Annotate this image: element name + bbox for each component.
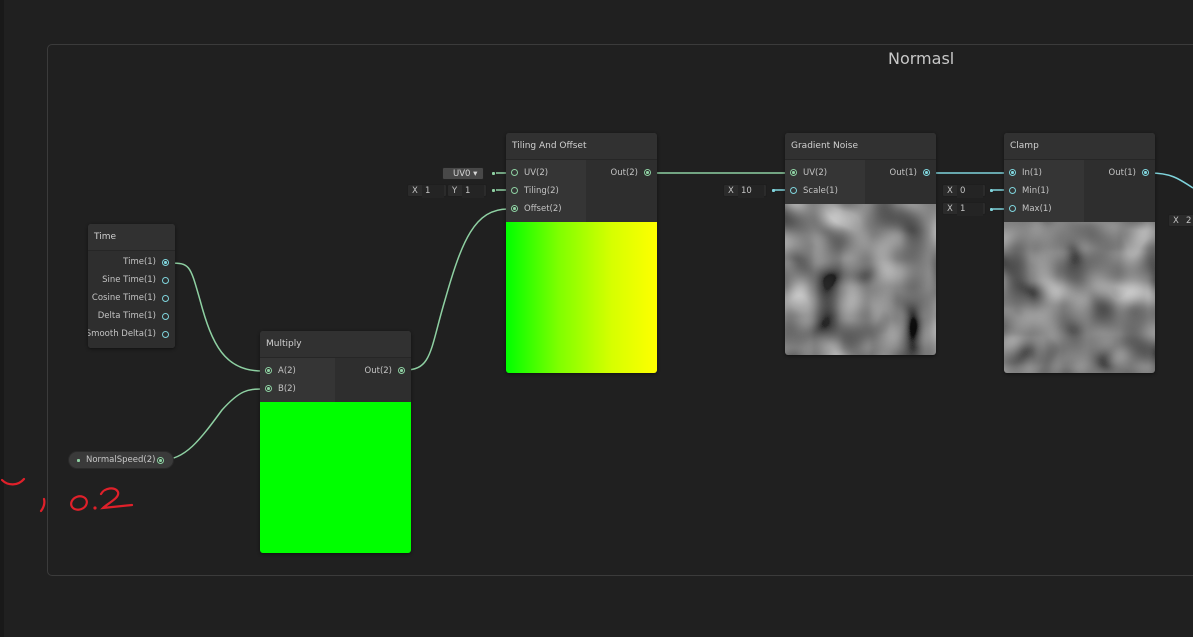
clamp-node[interactable]: Clamp In(1) Min(1) Max(1) Out(1): [1004, 133, 1155, 373]
tiling-outputs: Out(2): [586, 160, 657, 222]
max-field-connector: [990, 208, 993, 211]
tiling-input-uv[interactable]: UV(2): [524, 165, 548, 181]
noise-outputs: Out(1): [865, 160, 936, 204]
clamp-outputs: Out(1): [1084, 160, 1155, 222]
uv-field-connector: [492, 172, 495, 175]
tiling-and-offset-node[interactable]: Tiling And Offset UV(2) Tiling(2) Offset…: [506, 133, 657, 373]
tiling-inputs: UV(2) Tiling(2) Offset(2): [506, 160, 586, 222]
time-output-smooth-delta[interactable]: Smooth Delta(1): [88, 326, 156, 342]
clamp-output-port[interactable]: [1142, 169, 1149, 176]
offscreen-input-field[interactable]: X 2: [1168, 214, 1193, 227]
clamp-input-in-port[interactable]: [1009, 169, 1016, 176]
multiply-preview: [260, 402, 411, 553]
time-output-sine-port[interactable]: [162, 277, 169, 284]
time-output-delta-port[interactable]: [162, 313, 169, 320]
gradient-noise-node[interactable]: Gradient Noise UV(2) Scale(1) Out(1): [785, 133, 936, 355]
multiply-node[interactable]: Multiply A(2) B(2) Out(2): [260, 331, 411, 553]
noise-preview: [785, 204, 936, 355]
tiling-field-connector: [492, 189, 495, 192]
multiply-node-title[interactable]: Multiply: [260, 331, 411, 358]
wire-time-to-multiply-a: [169, 262, 263, 372]
shader-graph-canvas[interactable]: Normasl Time Time(1) Sine Time(1) Cosine…: [0, 0, 1193, 637]
wire-clamp-out: [1149, 172, 1193, 189]
multiply-input-a[interactable]: A(2): [278, 363, 296, 379]
tiling-output-port[interactable]: [644, 169, 651, 176]
multiply-input-b[interactable]: B(2): [278, 381, 296, 397]
uv-channel-dropdown[interactable]: UV0 ▾: [442, 167, 484, 180]
normalspeed-label: NormalSpeed(2): [86, 455, 156, 465]
multiply-input-a-port[interactable]: [265, 367, 272, 374]
tiling-output[interactable]: Out(2): [611, 165, 638, 181]
time-output-smooth-delta-port[interactable]: [162, 331, 169, 338]
noise-scale-field[interactable]: X 10: [723, 184, 767, 198]
time-output-time[interactable]: Time(1): [123, 254, 156, 270]
clamp-input-max-port[interactable]: [1009, 205, 1016, 212]
multiply-outputs: Out(2): [335, 358, 411, 402]
clamp-input-min[interactable]: Min(1): [1022, 183, 1049, 199]
noise-output-port[interactable]: [923, 169, 930, 176]
noise-node-title[interactable]: Gradient Noise: [785, 133, 936, 160]
min-field-connector: [990, 189, 993, 192]
wire-normalspeed-to-multiply-b: [161, 388, 263, 461]
multiply-output[interactable]: Out(2): [365, 363, 392, 379]
clamp-max-field[interactable]: X 1: [942, 202, 986, 216]
clamp-node-title[interactable]: Clamp: [1004, 133, 1155, 160]
tiling-node-title[interactable]: Tiling And Offset: [506, 133, 657, 160]
clamp-min-field[interactable]: X 0: [942, 184, 986, 198]
multiply-input-b-port[interactable]: [265, 385, 272, 392]
time-outputs: Time(1) Sine Time(1) Cosine Time(1) Delt…: [88, 251, 175, 348]
normalspeed-output-port[interactable]: [157, 457, 164, 464]
time-output-delta[interactable]: Delta Time(1): [98, 308, 156, 324]
tiling-input-offset-port[interactable]: [511, 205, 518, 212]
noise-input-scale[interactable]: Scale(1): [803, 183, 838, 199]
scale-field-connector: [772, 189, 775, 192]
time-output-time-port[interactable]: [162, 259, 169, 266]
noise-input-uv-port[interactable]: [790, 169, 797, 176]
time-node-title[interactable]: Time: [88, 224, 175, 251]
tiling-input-tiling-port[interactable]: [511, 187, 518, 194]
tiling-input-tiling[interactable]: Tiling(2): [524, 183, 559, 199]
time-node[interactable]: Time Time(1) Sine Time(1) Cosine Time(1)…: [88, 224, 175, 348]
time-output-cosine-port[interactable]: [162, 295, 169, 302]
multiply-inputs: A(2) B(2): [260, 358, 335, 402]
noise-inputs: UV(2) Scale(1): [785, 160, 865, 204]
clamp-input-min-port[interactable]: [1009, 187, 1016, 194]
clamp-input-in[interactable]: In(1): [1022, 165, 1042, 181]
noise-input-scale-port[interactable]: [790, 187, 797, 194]
noise-input-uv[interactable]: UV(2): [803, 165, 827, 181]
tiling-y-field[interactable]: Y 1: [447, 184, 487, 198]
clamp-input-max[interactable]: Max(1): [1022, 201, 1052, 217]
tiling-x-field[interactable]: X 1: [407, 184, 447, 198]
tiling-input-uv-port[interactable]: [511, 169, 518, 176]
clamp-preview: [1004, 222, 1155, 373]
noise-output[interactable]: Out(1): [890, 165, 917, 181]
tiling-input-offset[interactable]: Offset(2): [524, 201, 562, 217]
time-output-cosine[interactable]: Cosine Time(1): [92, 290, 156, 306]
handwritten-annotation: [0, 477, 134, 513]
clamp-output[interactable]: Out(1): [1109, 165, 1136, 181]
wire-multiply-to-offset: [404, 208, 509, 371]
tiling-preview: [506, 222, 657, 373]
normalspeed-property-node[interactable]: NormalSpeed(2): [68, 451, 174, 469]
clamp-inputs: In(1) Min(1) Max(1): [1004, 160, 1084, 222]
time-output-sine[interactable]: Sine Time(1): [102, 272, 156, 288]
multiply-output-port[interactable]: [398, 367, 405, 374]
property-indicator: [77, 459, 80, 462]
